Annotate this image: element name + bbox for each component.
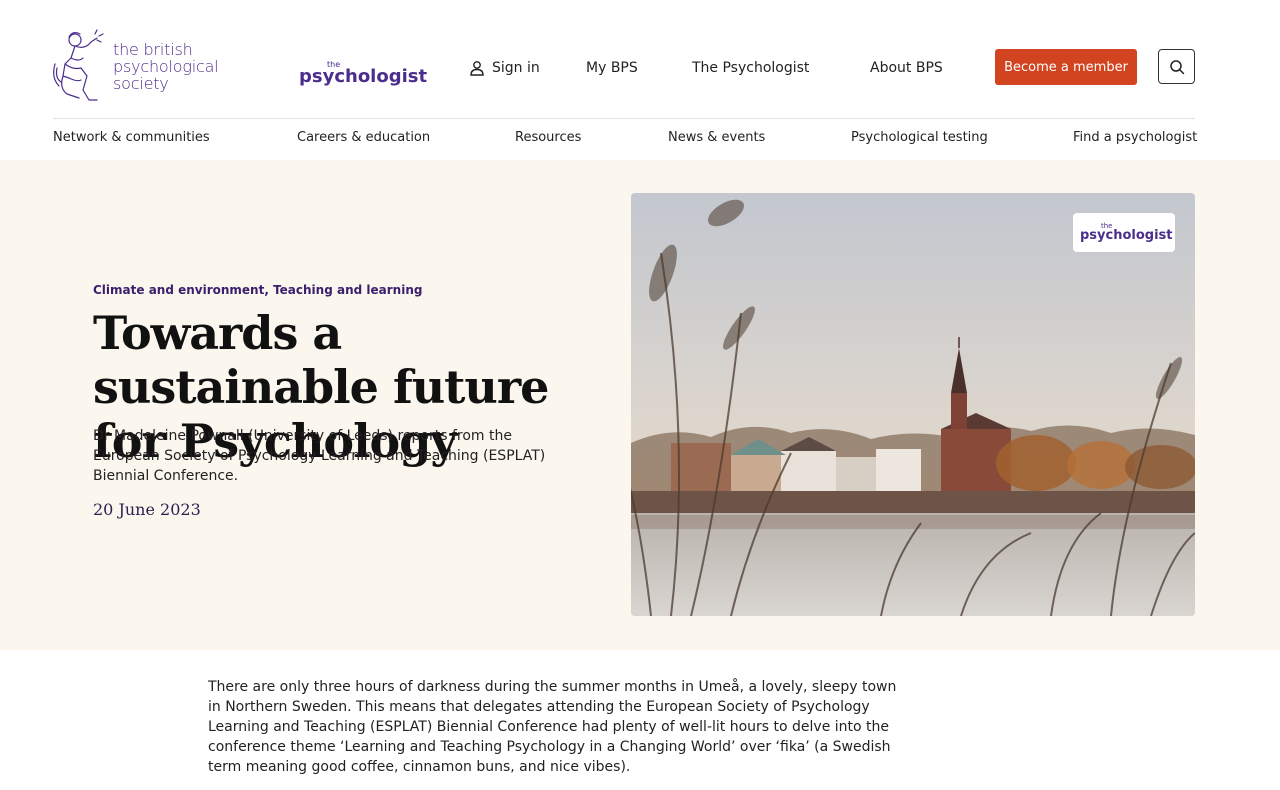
hero-image	[631, 193, 1195, 616]
sign-in-link[interactable]: Sign in	[469, 58, 540, 78]
nav-careers-education[interactable]: Careers & education	[297, 130, 430, 145]
user-icon	[470, 61, 484, 76]
nav-find-psychologist[interactable]: Find a psychologist	[1073, 130, 1197, 145]
nav-news-events[interactable]: News & events	[668, 130, 765, 145]
nav-psychological-testing[interactable]: Psychological testing	[851, 130, 988, 145]
article-date: 20 June 2023	[93, 500, 201, 519]
nav-network-communities[interactable]: Network & communities	[53, 130, 210, 145]
about-bps-link[interactable]: About BPS	[870, 58, 943, 78]
article-summary: Dr Madeleine Pownall (University of Leed…	[93, 428, 546, 484]
site-header: the british psychological society the ps…	[0, 0, 1280, 118]
main-nav: Network & communities Careers & educatio…	[53, 128, 1197, 148]
search-button[interactable]	[1158, 49, 1195, 84]
sign-in-label: Sign in	[492, 60, 540, 76]
the-psychologist-link[interactable]: The Psychologist	[692, 58, 809, 78]
psychologist-logo[interactable]: the psychologist	[299, 60, 428, 87]
article-body-paragraph: There are only three hours of darkness d…	[208, 679, 897, 775]
header-divider	[53, 118, 1195, 119]
image-badge-name: psychologist	[1080, 228, 1173, 243]
nav-resources[interactable]: Resources	[515, 130, 581, 145]
psychologist-logo-the: the	[327, 60, 341, 69]
image-psychologist-badge: the psychologist	[1073, 213, 1175, 252]
my-bps-link[interactable]: My BPS	[586, 58, 638, 78]
bps-logo-line1: the british	[113, 39, 193, 59]
become-member-button[interactable]: Become a member	[995, 49, 1137, 85]
bps-logo[interactable]: the british psychological society	[53, 28, 278, 104]
bps-logo-line2: psychological society	[113, 56, 219, 93]
search-icon	[1169, 59, 1184, 74]
psyche-figure-icon	[53, 29, 104, 101]
article-categories[interactable]: Climate and environment, Teaching and le…	[93, 283, 422, 297]
psychologist-logo-name: psychologist	[299, 66, 428, 87]
